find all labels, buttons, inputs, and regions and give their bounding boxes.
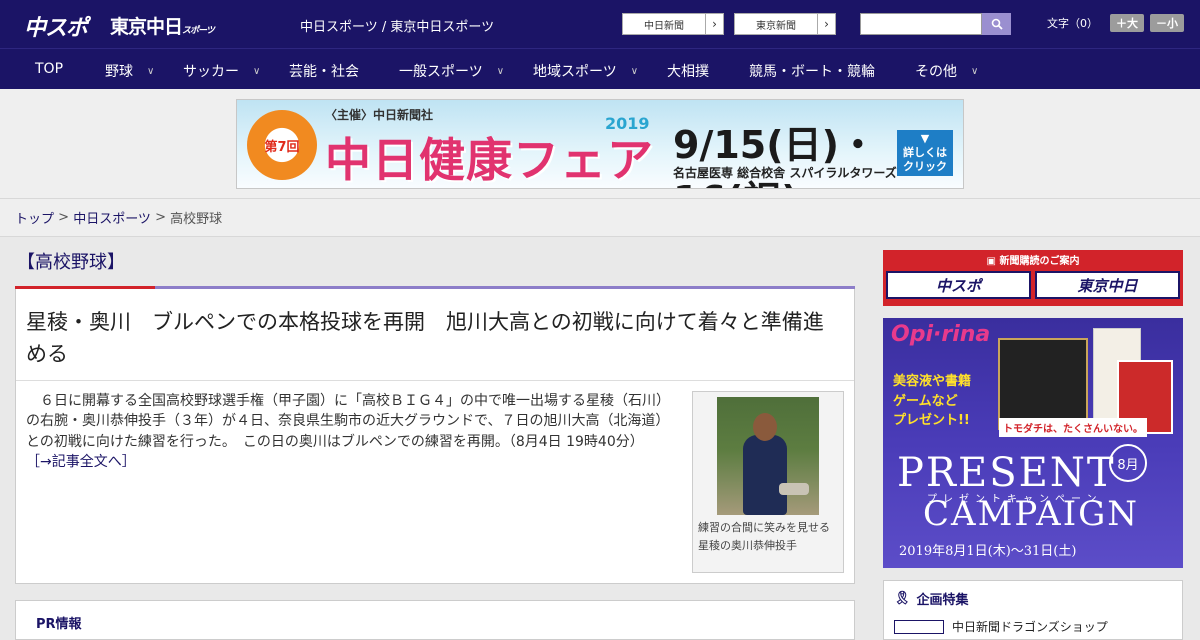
subscription-header-label: 新聞購読のご案内	[999, 256, 1080, 267]
ad-copy: 美容液や書籍 ゲームなど プレゼント!!	[893, 372, 971, 431]
chevron-down-icon: ∨	[147, 65, 155, 77]
subscription-box: ▣ 新聞購読のご案内 中スポ 東京中日	[883, 250, 1183, 306]
search-button[interactable]	[982, 13, 1011, 35]
banner-host: 〈主催〉中日新聞社	[325, 108, 434, 122]
nav-label: 一般スポーツ	[399, 64, 483, 80]
ad-brand: Opi·rina	[891, 322, 991, 347]
top-bar: 中スポ 東京中日スポーツ 中日スポーツ / 東京中日スポーツ 中日新聞 › 東京…	[0, 0, 1200, 48]
nav-item-local-sports[interactable]: 地域スポーツ ∨	[533, 61, 638, 81]
subscribe-tokyo-chunichi-button[interactable]: 東京中日	[1035, 271, 1180, 299]
article-text: ６日に開幕する全国高校野球選手権（甲子園）に「高校ＢＩＧ４」の中で唯一出場する星…	[26, 391, 692, 573]
ad-period: 2019年8月1日(木)〜31日(土)	[899, 544, 1077, 559]
tokyo-shimbun-link[interactable]: 東京新聞 ›	[734, 13, 836, 35]
newspaper-icon: ▣	[986, 256, 1000, 267]
article-title[interactable]: 星稜・奥川 ブルペンでの本格投球を再開 旭川大高との初戦に向けて着々と準備進める	[16, 289, 854, 381]
nav-item-soccer[interactable]: サッカー ∨	[183, 61, 260, 81]
player-photo	[717, 397, 819, 515]
pr-section: PR情報	[15, 600, 855, 640]
chevron-right-icon: ›	[705, 14, 723, 34]
site-title: 中日スポーツ / 東京中日スポーツ	[300, 20, 495, 35]
read-more-link[interactable]: ［→記事全文へ］	[26, 454, 136, 470]
font-decrease-button[interactable]: －小	[1150, 14, 1184, 32]
section-title: 【高校野球】	[17, 252, 125, 273]
tokyo-chunichi-logo-text: 東京中日	[110, 16, 183, 38]
ad-line: 美容液や書籍	[893, 374, 972, 389]
nav-label: TOP	[35, 61, 64, 77]
nav-item-racing[interactable]: 競馬・ボート・競輪	[749, 61, 875, 81]
font-size-label: 文字（0）	[1047, 17, 1098, 30]
ad-line: プレゼント!!	[893, 413, 970, 428]
feature-item[interactable]: 中日新聞ドラゴンズショップ	[894, 618, 1172, 635]
subscription-buttons: 中スポ 東京中日	[886, 271, 1180, 299]
chevron-right-icon: ›	[817, 14, 835, 34]
nav-item-top[interactable]: TOP	[35, 61, 63, 77]
section-rule	[15, 286, 855, 289]
chunichi-shimbun-link[interactable]: 中日新聞 ›	[622, 13, 724, 35]
tokyo-shimbun-label: 東京新聞	[756, 20, 796, 32]
feature-title: 🎗 企画特集	[894, 589, 1172, 608]
tokyo-chunichi-logo-sub: スポーツ	[182, 26, 215, 36]
chuspo-logo[interactable]: 中スポ	[24, 10, 88, 42]
chevron-down-icon: ∨	[630, 65, 639, 77]
banner-title: 中日健康フェア	[325, 133, 654, 187]
ad-month: 8月	[1109, 444, 1147, 482]
ad-line: ゲームなど	[893, 393, 958, 409]
nav-label: 大相撲	[667, 64, 709, 80]
search-input[interactable]	[860, 13, 982, 35]
arrow-down-icon: ▼	[920, 131, 930, 145]
breadcrumb: トップ > 中日スポーツ > 高校野球	[0, 199, 1200, 237]
font-increase-button[interactable]: ＋大	[1110, 14, 1144, 32]
feature-item-label: 中日新聞ドラゴンズショップ	[952, 620, 1108, 634]
ribbon-icon: 🎗	[894, 591, 911, 606]
breadcrumb-current: 高校野球	[170, 212, 223, 227]
article-photo[interactable]: 練習の合間に笑みを見せる星稜の奥川恭伸投手	[692, 391, 844, 573]
font-size-control: 文字（0） ＋大 －小	[1047, 14, 1184, 32]
nav-item-sumo[interactable]: 大相撲	[667, 61, 709, 81]
nav-item-general-sports[interactable]: 一般スポーツ ∨	[399, 61, 504, 81]
chevron-down-icon: ∨	[253, 65, 261, 77]
banner-venue: 名古屋医専 総合校舎 スパイラルタワーズ	[673, 166, 897, 180]
nav-item-baseball[interactable]: 野球 ∨	[105, 61, 154, 81]
feature-thumb	[894, 619, 944, 634]
feature-title-label: 企画特集	[916, 593, 969, 608]
article-card: 星稜・奥川 ブルペンでの本格投球を再開 旭川大高との初戦に向けて着々と準備進める…	[15, 289, 855, 584]
present-campaign-ad[interactable]: Opi·rina 美容液や書籍 ゲームなど プレゼント!! トモダチは、たくさん…	[883, 318, 1183, 568]
breadcrumb-sep: >	[150, 210, 171, 225]
ad-stamp: トモダチは、たくさんいない。	[999, 418, 1147, 437]
article-body: ６日に開幕する全国高校野球選手権（甲子園）に「高校ＢＩＧ４」の中で唯一出場する星…	[16, 381, 854, 583]
subscribe-chuspo-button[interactable]: 中スポ	[886, 271, 1031, 299]
main-column: 【高校野球】 星稜・奥川 ブルペンでの本格投球を再開 旭川大高との初戦に向けて着…	[15, 248, 855, 584]
breadcrumb-top[interactable]: トップ	[15, 208, 54, 227]
nav-item-entertainment[interactable]: 芸能・社会	[289, 61, 359, 81]
chunichi-shimbun-label: 中日新聞	[644, 20, 684, 32]
search-icon	[991, 18, 1003, 30]
banner-cta-label: 詳しくは クリック	[903, 145, 947, 174]
breadcrumb-section[interactable]: 中日スポーツ	[73, 208, 151, 227]
breadcrumb-sep: >	[54, 210, 74, 225]
health-fair-banner[interactable]: 第7回 〈主催〉中日新聞社 中日健康フェア 2019 9/15(日)・16(祝)…	[236, 99, 964, 189]
sidebar: ▣ 新聞購読のご案内 中スポ 東京中日 Opi·rina 美容液や書籍 ゲームな…	[883, 250, 1183, 640]
feature-box: 🎗 企画特集 中日新聞ドラゴンズショップ	[883, 580, 1183, 640]
nav-label: 野球	[105, 64, 133, 80]
nav-label: 競馬・ボート・競輪	[749, 64, 875, 80]
badge-flower: 第7回	[247, 110, 317, 180]
subscription-header: ▣ 新聞購読のご案内	[886, 253, 1180, 271]
search-box	[860, 13, 1011, 35]
banner-area: 第7回 〈主催〉中日新聞社 中日健康フェア 2019 9/15(日)・16(祝)…	[0, 89, 1200, 199]
chevron-down-icon: ∨	[971, 65, 979, 77]
banner-cta[interactable]: ▼ 詳しくは クリック	[897, 130, 953, 176]
nav-item-other[interactable]: その他 ∨	[915, 61, 978, 81]
nav-label: サッカー	[183, 64, 239, 80]
nav-label: その他	[915, 64, 957, 80]
ad-campaign: CAMPAIGN	[923, 494, 1140, 534]
tokyo-chunichi-logo[interactable]: 東京中日スポーツ	[110, 12, 215, 39]
nav-label: 地域スポーツ	[533, 64, 617, 80]
chevron-down-icon: ∨	[496, 65, 505, 77]
banner-year: 2019	[605, 114, 650, 133]
ad-product-image	[998, 338, 1088, 430]
photo-caption: 練習の合間に笑みを見せる星稜の奥川恭伸投手	[698, 521, 830, 552]
nav-label: 芸能・社会	[289, 64, 359, 80]
article-lead: ６日に開幕する全国高校野球選手権（甲子園）に「高校ＢＩＧ４」の中で唯一出場する星…	[26, 393, 670, 450]
